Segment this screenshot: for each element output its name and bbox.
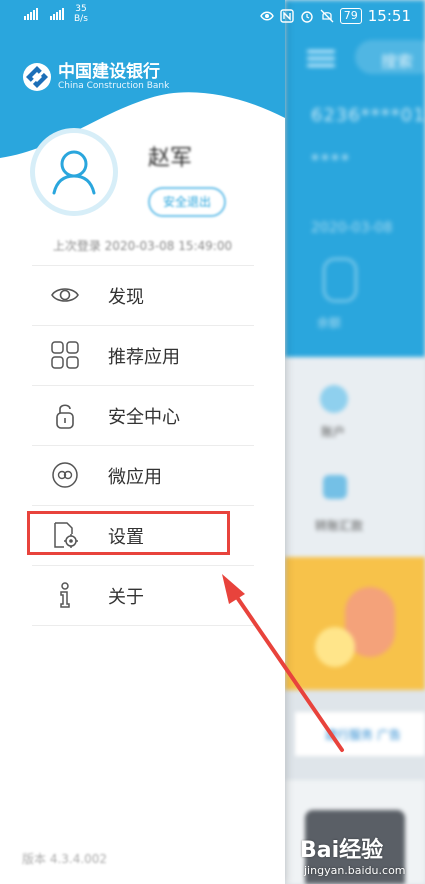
lock-icon <box>56 404 74 429</box>
side-drawer: 中国建设银行 China Construction Bank 赵军 安全退出 上… <box>0 0 285 884</box>
menu-item-label: 微应用 <box>108 467 162 488</box>
eye-comfort-icon <box>259 11 274 21</box>
ccb-logo: 中国建设银行 China Construction Bank <box>22 62 169 92</box>
signal-icon <box>24 8 38 20</box>
menu-item-recommended-apps[interactable]: 推荐应用 <box>32 326 254 386</box>
background-app: 搜索 6236****017 **** 2020-03-08 余额 账户 转账汇… <box>285 0 425 884</box>
quick-grid: 账户 转账汇款 <box>285 357 425 557</box>
alarm-icon <box>301 11 313 23</box>
baidu-watermark: Bai经验 jingyan.baidu.com <box>300 832 406 877</box>
nfc-icon <box>280 9 294 23</box>
transfer-icon <box>323 475 347 499</box>
menu-item-label: 推荐应用 <box>108 347 180 368</box>
battery-level: 79 <box>339 8 362 24</box>
mute-bell-icon <box>320 9 334 23</box>
mini-app-icon <box>52 462 78 488</box>
avatar[interactable] <box>30 128 118 216</box>
notice-text: 建行服务 广告 <box>325 728 401 742</box>
account-date: 2020-03-08 <box>311 220 393 236</box>
menu-item-label: 关于 <box>108 587 144 608</box>
menu-item-about[interactable]: 关于 <box>32 566 254 626</box>
user-icon <box>52 150 96 195</box>
search-bar: 搜索 <box>355 40 425 74</box>
account-label: 账户 <box>321 425 346 439</box>
settings-highlight-box <box>27 511 230 555</box>
transfer-label: 转账汇款 <box>315 519 364 533</box>
eye-icon <box>51 288 79 302</box>
brand-name: 中国建设银行 <box>58 62 160 82</box>
balance-hidden: **** <box>311 150 351 169</box>
search-placeholder: 搜索 <box>381 52 414 71</box>
menu-item-label: 发现 <box>108 287 144 308</box>
apps-grid-icon <box>51 341 79 369</box>
menu-item-discover[interactable]: 发现 <box>32 266 254 326</box>
account-number: 6236****017 <box>311 105 425 126</box>
info-icon <box>60 582 70 608</box>
account-card: 搜索 6236****017 **** 2020-03-08 余额 <box>285 0 425 357</box>
hamburger-icon <box>307 46 335 68</box>
clock: 15:51 <box>367 7 411 25</box>
network-speed: 35 B/s <box>74 4 88 24</box>
menu-item-mini-apps[interactable]: 微应用 <box>32 446 254 506</box>
ccb-logo-icon <box>23 63 51 91</box>
signal-icon <box>50 8 64 20</box>
watermark-url: jingyan.baidu.com <box>304 864 406 877</box>
watermark-logo: Bai经验 <box>300 838 384 863</box>
promo-banner <box>285 557 425 690</box>
brand-name-en: China Construction Bank <box>58 81 170 91</box>
notice-bar: 建行服务 广告 <box>295 712 425 756</box>
balance-label: 余额 <box>317 316 342 330</box>
menu-item-label: 安全中心 <box>108 407 180 428</box>
status-bar: 35 B/s 79 15:51 <box>0 0 425 34</box>
account-icon <box>320 385 348 413</box>
last-login: 上次登录 2020-03-08 15:49:00 <box>52 239 233 253</box>
menu-item-security-center[interactable]: 安全中心 <box>32 386 254 446</box>
balance-icon <box>323 258 357 302</box>
logout-button[interactable]: 安全退出 <box>148 187 226 217</box>
app-version: 版本 4.3.4.002 <box>22 852 108 866</box>
username: 赵军 <box>148 146 193 171</box>
